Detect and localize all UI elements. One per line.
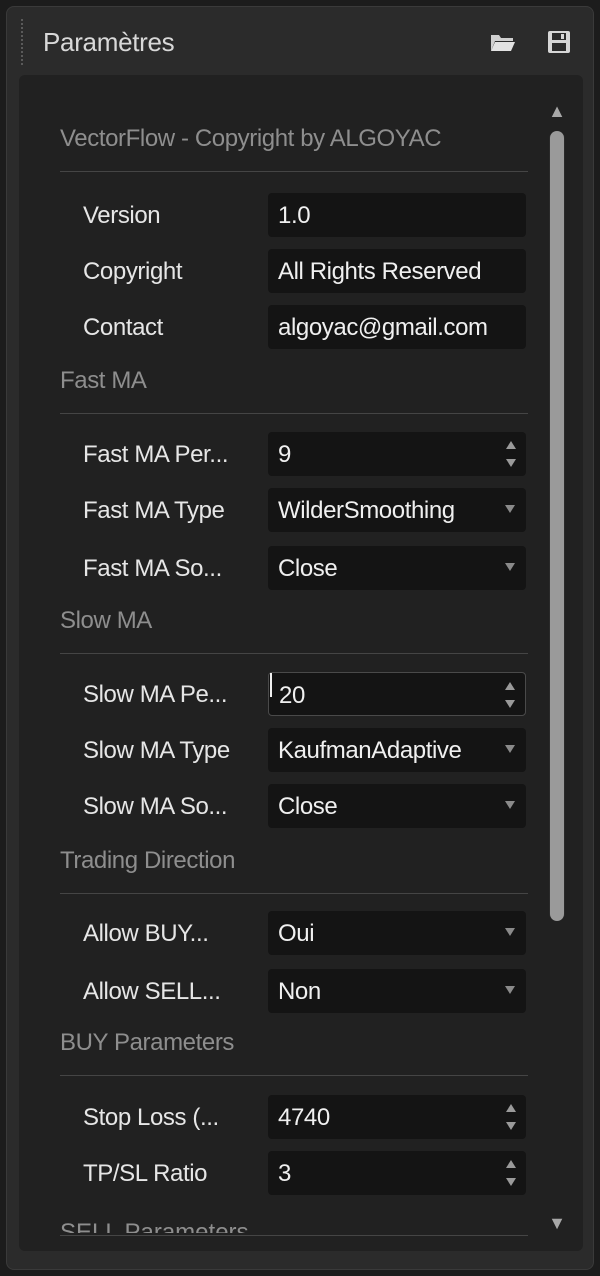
parameters-list: ▲ ▼ SELL Parameters VectorFlow - Copyrig…: [19, 75, 583, 1251]
spinner-arrows-icon[interactable]: [504, 438, 518, 470]
param-label-copyright: Copyright: [83, 258, 183, 285]
param-stepper-slow-ma-pe[interactable]: 20: [268, 672, 526, 716]
param-value: KaufmanAdaptive: [278, 737, 462, 764]
param-label-fast-ma-per: Fast MA Per...: [83, 441, 229, 468]
parameters-panel: Paramètres ▲ ▼ SELL Parameters VectorFlo…: [6, 6, 594, 1270]
spinner-arrows-icon[interactable]: [504, 1101, 518, 1133]
param-label-fast-ma-type: Fast MA Type: [83, 497, 225, 524]
param-dropdown-slow-ma-type[interactable]: KaufmanAdaptive: [268, 728, 526, 772]
param-dropdown-allow-sell[interactable]: Non: [268, 969, 526, 1013]
param-value: 3: [278, 1160, 291, 1187]
param-field-copyright[interactable]: All Rights Reserved: [268, 249, 526, 293]
section-header-trading-direction: Trading Direction: [60, 847, 236, 874]
scrollbar-thumb[interactable]: [550, 131, 564, 921]
scroll-down-icon[interactable]: ▼: [545, 1213, 569, 1233]
panel-titlebar: Paramètres: [7, 7, 593, 75]
chevron-down-icon[interactable]: [504, 742, 516, 756]
section-header-buy-parameters: BUY Parameters: [60, 1029, 235, 1056]
chevron-down-icon[interactable]: [504, 560, 516, 574]
spinner-arrows-icon[interactable]: [503, 679, 517, 711]
param-label-allow-buy: Allow BUY...: [83, 920, 209, 947]
param-label-fast-ma-so: Fast MA So...: [83, 555, 222, 582]
param-value: Oui: [278, 920, 315, 947]
param-label-slow-ma-so: Slow MA So...: [83, 793, 228, 820]
drag-handle-icon[interactable]: [21, 19, 29, 65]
param-stepper-tp-sl-ratio[interactable]: 3: [268, 1151, 526, 1195]
panel-title: Paramètres: [43, 27, 175, 57]
section-header-partial: SELL Parameters: [60, 1221, 260, 1233]
section-divider: [60, 893, 528, 894]
param-dropdown-slow-ma-so[interactable]: Close: [268, 784, 526, 828]
section-header-fast-ma: Fast MA: [60, 367, 147, 394]
section-divider: [60, 1075, 528, 1076]
param-value: algoyac@gmail.com: [278, 314, 488, 341]
section-header-vectorflow-copyright-by-algoyac: VectorFlow - Copyright by ALGOYAC: [60, 125, 442, 152]
param-label-tp-sl-ratio: TP/SL Ratio: [83, 1160, 208, 1187]
param-value: 20: [279, 682, 305, 709]
param-value: WilderSmoothing: [278, 497, 455, 524]
param-dropdown-fast-ma-so[interactable]: Close: [268, 546, 526, 590]
param-dropdown-allow-buy[interactable]: Oui: [268, 911, 526, 955]
param-field-version[interactable]: 1.0: [268, 193, 526, 237]
param-value: 4740: [278, 1104, 330, 1131]
param-stepper-stop-loss[interactable]: 4740: [268, 1095, 526, 1139]
param-label-stop-loss: Stop Loss (...: [83, 1104, 219, 1131]
param-field-contact[interactable]: algoyac@gmail.com: [268, 305, 526, 349]
save-icon[interactable]: [545, 29, 573, 55]
param-dropdown-fast-ma-type[interactable]: WilderSmoothing: [268, 488, 526, 532]
param-value: 9: [278, 441, 291, 468]
param-value: Close: [278, 555, 338, 582]
param-stepper-fast-ma-per[interactable]: 9: [268, 432, 526, 476]
param-label-slow-ma-type: Slow MA Type: [83, 737, 230, 764]
text-caret: [270, 673, 272, 697]
section-header-slow-ma: Slow MA: [60, 607, 152, 634]
folder-open-icon[interactable]: [489, 29, 517, 55]
param-label-version: Version: [83, 202, 161, 229]
section-divider: [60, 1235, 528, 1236]
section-divider: [60, 413, 528, 414]
spinner-arrows-icon[interactable]: [504, 1157, 518, 1189]
param-value: Close: [278, 793, 338, 820]
param-label-slow-ma-pe: Slow MA Pe...: [83, 681, 228, 708]
param-value: All Rights Reserved: [278, 258, 482, 285]
scroll-up-icon[interactable]: ▲: [545, 101, 569, 121]
param-value: Non: [278, 978, 321, 1005]
param-value: 1.0: [278, 202, 311, 229]
chevron-down-icon[interactable]: [504, 925, 516, 939]
section-divider: [60, 653, 528, 654]
param-label-contact: Contact: [83, 314, 163, 341]
chevron-down-icon[interactable]: [504, 798, 516, 812]
chevron-down-icon[interactable]: [504, 502, 516, 516]
param-label-allow-sell: Allow SELL...: [83, 978, 221, 1005]
section-divider: [60, 171, 528, 172]
scrollbar-track[interactable]: [549, 131, 565, 921]
chevron-down-icon[interactable]: [504, 983, 516, 997]
